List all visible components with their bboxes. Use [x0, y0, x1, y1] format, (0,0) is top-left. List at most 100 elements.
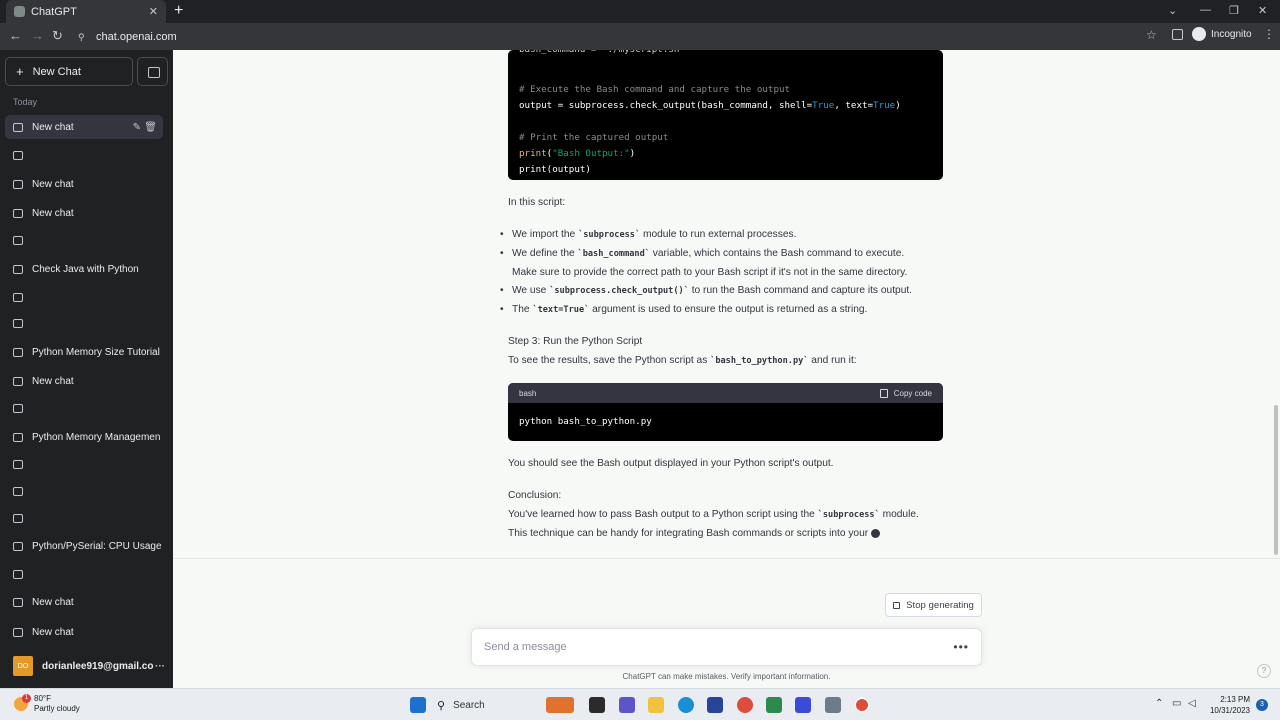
- conversation-item[interactable]: [5, 311, 163, 335]
- close-sidebar-button[interactable]: [137, 57, 168, 86]
- edit-icon[interactable]: ✎: [133, 122, 141, 133]
- conversation-item[interactable]: New chat: [5, 620, 163, 644]
- conversation-label: Python/PySerial: CPU Usage: [32, 540, 162, 552]
- conversation-item[interactable]: [5, 285, 163, 309]
- chat-bubble-icon: [13, 432, 23, 442]
- disclaimer: ChatGPT can make mistakes. Verify import…: [622, 672, 831, 681]
- chat-app-icon[interactable]: [619, 697, 635, 713]
- app-icon[interactable]: [825, 697, 841, 713]
- chat-bubble-icon: [13, 627, 23, 637]
- weather-widget[interactable]: 1 80°F Partly cloudy: [14, 694, 80, 714]
- restore-icon[interactable]: ❐: [1229, 4, 1239, 17]
- message-input[interactable]: [484, 641, 954, 653]
- vpn-icon[interactable]: [795, 697, 811, 713]
- bullet-dot: •: [500, 304, 504, 315]
- chrome-incognito-icon[interactable]: [854, 697, 870, 713]
- new-tab-icon[interactable]: +: [174, 3, 183, 19]
- date: 10/31/2023: [1209, 706, 1250, 715]
- incognito-indicator[interactable]: Incognito: [1192, 27, 1252, 41]
- tray-overflow-icon[interactable]: ⌃: [1155, 698, 1163, 709]
- new-chat-button[interactable]: + New Chat: [5, 57, 133, 86]
- bullet-dot: •: [500, 248, 504, 259]
- code-header: bash Copy code: [508, 383, 943, 403]
- chat-bubble-icon: [13, 541, 23, 551]
- reload-icon[interactable]: ↻: [52, 28, 63, 44]
- conversation-item[interactable]: Python/PySerial: CPU Usage: [5, 534, 163, 558]
- weather-badge: 1: [22, 694, 31, 703]
- conversation-item[interactable]: New chat ✎ 🗑: [5, 115, 163, 139]
- taskbar-search[interactable]: ⚲ Search: [437, 696, 547, 714]
- chat-bubble-icon: [13, 569, 23, 579]
- conversation-item[interactable]: New chat: [5, 590, 163, 614]
- conversation-item[interactable]: [5, 396, 163, 420]
- conversation-item[interactable]: [5, 228, 163, 252]
- browser-menu-icon[interactable]: ⋮: [1263, 27, 1275, 41]
- conversation-label: New chat: [32, 207, 74, 219]
- side-panel-icon[interactable]: [1172, 29, 1183, 40]
- browser-toolbar: ← → ↻ ⚲ chat.openai.com ☆ Incognito ⋮: [0, 23, 1280, 50]
- stop-generating-button[interactable]: Stop generating: [885, 593, 982, 617]
- edge-icon[interactable]: [678, 697, 694, 713]
- start-icon[interactable]: [410, 697, 426, 713]
- trash-icon[interactable]: 🗑: [144, 122, 157, 133]
- conversation-item[interactable]: New chat: [5, 369, 163, 393]
- conversation-item[interactable]: [5, 562, 163, 586]
- temperature: 80°F: [34, 694, 51, 703]
- browser-tabstrip: ChatGPT ✕ + ⌄ — ❐ ✕: [0, 0, 1280, 23]
- scrollbar-thumb[interactable]: [1274, 405, 1278, 555]
- tab-title: ChatGPT: [31, 5, 77, 18]
- time: 2:13 PM: [1220, 695, 1250, 704]
- user-email: dorianlee919@gmail.co: [42, 660, 154, 672]
- more-icon[interactable]: ···: [155, 661, 173, 672]
- conversation-item[interactable]: Check Java with Python: [5, 257, 163, 281]
- chat-bubble-icon: [13, 264, 23, 274]
- conversation-item[interactable]: Python Memory Size Tutorial: [5, 340, 163, 364]
- window-close-icon[interactable]: ✕: [1258, 4, 1267, 17]
- search-label: Search: [453, 699, 485, 711]
- tab-search-chevron-icon[interactable]: ⌄: [1168, 4, 1177, 17]
- chat-bubble-icon: [13, 122, 23, 132]
- copy-code-button[interactable]: Copy code: [879, 388, 932, 398]
- code-content: bash_command = "./myscript.sh" # Execute…: [519, 50, 901, 175]
- user-menu[interactable]: DO dorianlee919@gmail.co ···: [0, 650, 173, 682]
- stop-generating-label: Stop generating: [906, 599, 974, 611]
- conversation-item[interactable]: New chat: [5, 201, 163, 225]
- terminal-icon[interactable]: [589, 697, 605, 713]
- conversation-item[interactable]: New chat: [5, 172, 163, 196]
- conversation-item[interactable]: [5, 452, 163, 476]
- conversation-item[interactable]: [5, 143, 163, 167]
- help-button[interactable]: ?: [1257, 664, 1271, 678]
- network-icon[interactable]: ▭: [1172, 698, 1181, 709]
- chatgpt-favicon-icon: [14, 6, 25, 17]
- bookmark-star-icon[interactable]: ☆: [1146, 28, 1157, 42]
- conversation-item[interactable]: [5, 479, 163, 503]
- volume-icon[interactable]: ◁: [1188, 698, 1196, 709]
- minimize-icon[interactable]: —: [1200, 4, 1211, 16]
- address-bar[interactable]: ⚲ chat.openai.com: [70, 26, 1170, 47]
- back-icon[interactable]: ←: [9, 28, 22, 43]
- avatar: DO: [13, 656, 33, 676]
- code-language: bash: [519, 388, 537, 398]
- notification-badge[interactable]: 3: [1256, 699, 1268, 711]
- browser-tab[interactable]: ChatGPT ✕: [6, 0, 166, 23]
- store-icon[interactable]: [707, 697, 723, 713]
- conversation-label: Python Memory Managemen: [32, 431, 161, 443]
- windows-taskbar: 1 80°F Partly cloudy ⚲ Search ⌃ ▭ ◁ 2:13 …: [0, 688, 1280, 720]
- excel-icon[interactable]: [766, 697, 782, 713]
- bullet-dot: •: [500, 285, 504, 296]
- bullet-dot: •: [500, 229, 504, 240]
- bullet-2-line2: Make sure to provide the correct path to…: [512, 267, 908, 278]
- loading-dots-icon: •••: [953, 640, 969, 654]
- site-info-icon[interactable]: ⚲: [78, 32, 88, 42]
- forward-icon[interactable]: →: [31, 28, 44, 43]
- chat-bubble-icon: [13, 318, 23, 328]
- stop-icon: [893, 601, 901, 609]
- typing-cursor-icon: [871, 528, 881, 538]
- close-tab-icon[interactable]: ✕: [149, 5, 158, 18]
- chrome-icon[interactable]: [737, 697, 753, 713]
- clock[interactable]: 2:13 PM 10/31/2023: [1206, 694, 1250, 716]
- file-explorer-icon[interactable]: [648, 697, 664, 713]
- conversation-item[interactable]: [5, 506, 163, 530]
- scrollbar[interactable]: [1272, 50, 1280, 688]
- conversation-item[interactable]: Python Memory Managemen: [5, 425, 163, 449]
